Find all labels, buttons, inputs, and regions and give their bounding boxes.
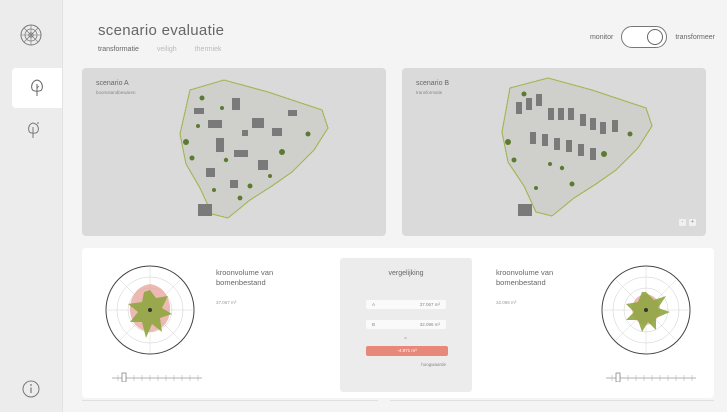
toggle-label-transformeer[interactable]: transformeer xyxy=(675,34,715,41)
zoom-in-button[interactable]: + xyxy=(689,219,696,226)
tab-bar: transformatie veiligh thermiek xyxy=(98,46,222,53)
tab-veiligh[interactable]: veiligh xyxy=(157,46,177,53)
scenario-b-card[interactable]: scenario B transformatie - + xyxy=(402,68,706,236)
scenario-b-label: scenario B xyxy=(416,80,450,87)
metric-title-a: kroonvolume van bomenbestand xyxy=(216,268,274,287)
map-zoom-controls: - + xyxy=(679,219,696,226)
comparison-card: vergelijking A 37.067 m³ B 32.096 m³ = -… xyxy=(340,258,472,392)
mode-toggle-switch[interactable] xyxy=(621,26,668,48)
toggle-label-monitor[interactable]: monitor xyxy=(590,34,613,41)
tab-transformatie[interactable]: transformatie xyxy=(98,46,139,53)
zoom-out-button[interactable]: - xyxy=(679,219,686,226)
tree-sparkle-icon xyxy=(28,122,39,138)
comparison-row-a: A 37.067 m³ xyxy=(366,300,446,309)
comparison-delta: -4.971 m³ xyxy=(366,346,448,356)
info-icon[interactable] xyxy=(20,378,42,400)
sidebar-item-trees[interactable] xyxy=(12,68,62,108)
wind-rose-scenario-b xyxy=(601,265,691,355)
analysis-panel: kroonvolume van bomenbestand 37.067 m³ v… xyxy=(82,248,714,398)
scenario-a-label: scenario A xyxy=(96,80,129,87)
scenario-b-map[interactable] xyxy=(402,68,706,236)
metric-title-b: kroonvolume van bomenbestand xyxy=(496,268,554,287)
divider-right xyxy=(390,400,714,401)
comparison-row-b-label: B xyxy=(372,322,376,327)
year-slider-a[interactable] xyxy=(112,372,202,382)
main-content: scenario evaluatie transformatie veiligh… xyxy=(72,0,727,412)
page-title: scenario evaluatie xyxy=(98,22,225,39)
sidebar xyxy=(0,0,63,412)
comparison-row-b: B 32.096 m³ xyxy=(366,320,446,329)
metric-value-b: 32.096 m³ xyxy=(496,300,517,305)
comparison-row-a-label: A xyxy=(372,302,376,307)
comparison-title: vergelijking xyxy=(388,270,424,277)
comparison-row-b-value: 32.096 m³ xyxy=(419,322,440,327)
wind-rose-scenario-a xyxy=(105,265,195,355)
comparison-footer[interactable]: hoogwaarde xyxy=(421,362,446,367)
scenario-a-subtitle: boomstandbewaren xyxy=(96,90,136,95)
year-slider-b[interactable] xyxy=(606,372,696,382)
comparison-row-a-value: 37.067 m³ xyxy=(419,302,440,307)
comparison-separator: = xyxy=(404,336,407,342)
scenario-a-card[interactable]: scenario A boomstandbewaren xyxy=(82,68,386,236)
sidebar-item-tree-growth[interactable] xyxy=(8,110,60,150)
toggle-knob xyxy=(647,29,664,45)
tab-thermiek[interactable]: thermiek xyxy=(195,46,222,53)
mode-toggle: monitor transformeer xyxy=(590,26,715,48)
divider-left xyxy=(82,400,378,401)
globe-icon[interactable] xyxy=(16,20,46,50)
scenario-b-subtitle: transformatie xyxy=(416,90,443,95)
tree-icon xyxy=(31,79,43,96)
metric-value-a: 37.067 m³ xyxy=(216,300,237,305)
